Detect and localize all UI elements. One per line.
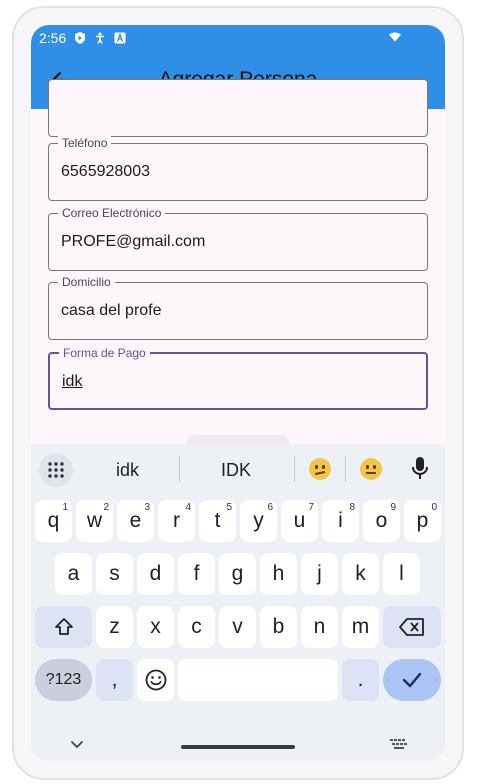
payment-method-field-label: Forma de Pago — [59, 346, 150, 360]
key-t[interactable]: t5 — [199, 500, 236, 542]
chevron-down-icon[interactable] — [69, 736, 85, 752]
previous-field-partial[interactable] — [48, 79, 428, 137]
key-k[interactable]: k — [342, 553, 379, 595]
wifi-icon — [389, 31, 401, 43]
suggestion-divider — [294, 456, 295, 482]
keyboard-row-4: ?123 , . — [31, 659, 445, 703]
notification-a-icon — [114, 32, 126, 44]
space-key[interactable] — [178, 659, 338, 701]
enter-key[interactable] — [383, 659, 441, 701]
address-field[interactable]: Domicilio casa del profe — [48, 275, 428, 340]
shift-key[interactable] — [35, 606, 92, 648]
key-z[interactable]: z — [96, 606, 133, 648]
status-time: 2:56 — [39, 30, 67, 46]
suggestion-strip: idk IDK — [31, 444, 445, 494]
key-m[interactable]: m — [342, 606, 379, 648]
key-d[interactable]: d — [137, 553, 174, 595]
keyboard-switch-icon[interactable] — [389, 738, 409, 752]
key-s[interactable]: s — [96, 553, 133, 595]
keyboard-row-3: z x c v b n m — [31, 606, 445, 650]
payment-method-field-value: idk — [62, 373, 83, 390]
key-g[interactable]: g — [219, 553, 256, 595]
key-l[interactable]: l — [383, 553, 420, 595]
key-h[interactable]: h — [260, 553, 297, 595]
backspace-key[interactable] — [383, 606, 441, 648]
key-u[interactable]: u7 — [281, 500, 318, 542]
key-y[interactable]: y6 — [240, 500, 277, 542]
symbols-key[interactable]: ?123 — [35, 659, 92, 701]
email-field-label: Correo Electrónico — [58, 206, 166, 220]
person-form: Teléfono 6565928003 Correo Electrónico P… — [31, 79, 445, 444]
key-e[interactable]: e3 — [117, 500, 154, 542]
checkmark-icon — [402, 672, 422, 688]
key-w[interactable]: w2 — [76, 500, 113, 542]
home-gesture-bar[interactable] — [181, 745, 295, 749]
keyboard-row-2: a s d f g h j k l — [31, 553, 445, 597]
smiley-icon — [145, 669, 166, 691]
phone-field[interactable]: Teléfono 6565928003 — [48, 136, 428, 201]
key-o[interactable]: o9 — [363, 500, 400, 542]
confused-face-emoji-icon[interactable] — [309, 458, 331, 480]
play-protect-icon — [74, 32, 86, 44]
keyboard-row-1: q1 w2 e3 r4 t5 y6 u7 i8 o9 p0 — [31, 500, 445, 544]
key-c[interactable]: c — [178, 606, 215, 648]
address-field-label: Domicilio — [58, 275, 115, 289]
comma-key[interactable]: , — [96, 659, 133, 701]
period-key[interactable]: . — [342, 659, 379, 701]
key-p[interactable]: p0 — [404, 500, 441, 542]
emoji-key[interactable] — [137, 659, 174, 701]
key-v[interactable]: v — [219, 606, 256, 648]
key-r[interactable]: r4 — [158, 500, 195, 542]
key-x[interactable]: x — [137, 606, 174, 648]
phone-field-value: 6565928003 — [61, 163, 150, 180]
key-n[interactable]: n — [301, 606, 338, 648]
microphone-icon[interactable] — [411, 456, 429, 480]
suggestion-2[interactable]: IDK — [221, 460, 251, 481]
neutral-face-emoji-icon[interactable] — [360, 458, 382, 480]
key-a[interactable]: a — [55, 553, 92, 595]
keyboard-menu-grid-icon[interactable] — [39, 453, 73, 487]
backspace-icon — [399, 618, 424, 636]
key-q[interactable]: q1 — [35, 500, 72, 542]
suggestion-1[interactable]: idk — [116, 460, 139, 481]
phone-field-label: Teléfono — [58, 136, 112, 150]
navigation-bar — [31, 726, 445, 761]
email-field[interactable]: Correo Electrónico PROFE@gmail.com — [48, 206, 428, 271]
phone-screen: 2:56 Agregar Persona Teléfono 6565928003… — [31, 25, 445, 761]
status-bar: 2:56 — [31, 25, 445, 51]
key-i[interactable]: i8 — [322, 500, 359, 542]
key-j[interactable]: j — [301, 553, 338, 595]
suggestion-divider — [345, 456, 346, 482]
payment-method-field[interactable]: Forma de Pago idk — [48, 346, 428, 410]
key-f[interactable]: f — [178, 553, 215, 595]
suggestion-divider — [179, 456, 180, 482]
accessibility-icon — [94, 32, 106, 44]
on-screen-keyboard: idk IDK q1 w2 e3 r4 t5 y6 u7 i8 o9 p0 a … — [31, 444, 445, 761]
key-b[interactable]: b — [260, 606, 297, 648]
email-field-value: PROFE@gmail.com — [61, 233, 206, 250]
shift-arrow-icon — [54, 618, 73, 635]
address-field-value: casa del profe — [61, 302, 162, 319]
